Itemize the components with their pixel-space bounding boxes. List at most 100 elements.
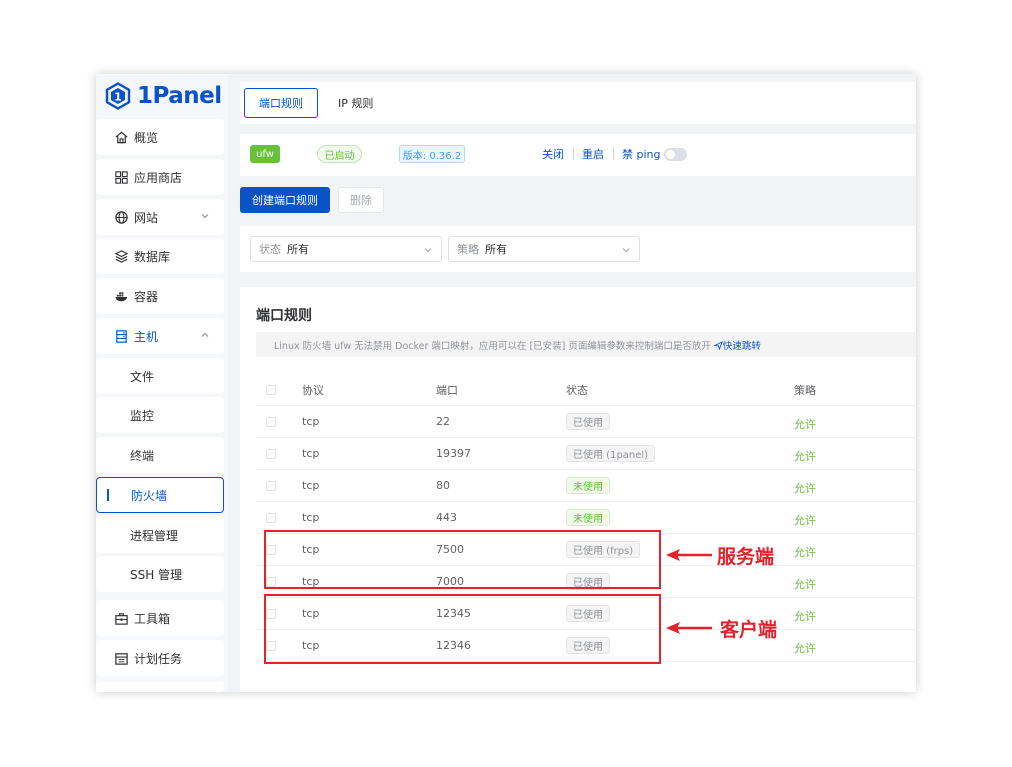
sidebar-item-label: 应用商店 bbox=[134, 170, 183, 185]
status-filter-select[interactable]: 状态 所有 bbox=[250, 236, 442, 262]
ufw-badge: ufw bbox=[250, 145, 280, 163]
arrow-left-icon bbox=[666, 622, 712, 634]
status-cell: 已使用 bbox=[566, 406, 610, 437]
protocol-cell: tcp bbox=[302, 479, 320, 492]
divider bbox=[573, 147, 574, 160]
status-badge: 未使用 bbox=[566, 509, 610, 526]
port-cell: 19397 bbox=[436, 447, 471, 460]
server-icon bbox=[113, 328, 129, 344]
1panel-logo-icon: 1 bbox=[105, 82, 131, 110]
logo[interactable]: 1 1Panel bbox=[104, 78, 222, 114]
port-cell: 22 bbox=[436, 415, 450, 428]
delete-button[interactable]: 删除 bbox=[338, 187, 384, 213]
sidebar-item-terminal[interactable]: 终端 bbox=[96, 437, 224, 473]
disable-ping-label: 禁 ping bbox=[622, 148, 661, 161]
policy-cell[interactable]: 允许 bbox=[794, 504, 816, 535]
row-checkbox[interactable] bbox=[266, 470, 276, 501]
sidebar-item-host[interactable]: 主机 bbox=[96, 318, 224, 354]
port-cell: 443 bbox=[436, 511, 457, 524]
docker-icon bbox=[113, 288, 129, 304]
policy-cell[interactable]: 允许 bbox=[794, 472, 816, 503]
client-rows-highlight bbox=[264, 594, 661, 664]
sidebar-item-container[interactable]: 容器 bbox=[96, 278, 224, 314]
table-row[interactable]: tcp 80 未使用 允许 bbox=[256, 470, 916, 502]
firewall-status-bar: ufw 已启动 版本: 0.36.2 关闭 重启 禁 ping bbox=[240, 134, 916, 176]
sidebar-item-label: SSH 管理 bbox=[130, 567, 183, 582]
sidebar-item-label: 防火墙 bbox=[131, 488, 168, 503]
status-badge: 未使用 bbox=[566, 477, 610, 494]
row-checkbox[interactable] bbox=[266, 502, 276, 533]
sidebar-item-files[interactable]: 文件 bbox=[96, 358, 224, 394]
sidebar-item-label: 网站 bbox=[134, 210, 159, 225]
chevron-down-icon bbox=[424, 248, 432, 253]
tab-port-rules[interactable]: 端口规则 bbox=[244, 88, 318, 118]
sidebar-item-app-store[interactable]: 应用商店 bbox=[96, 159, 224, 195]
sidebar-item-overview[interactable]: 概览 bbox=[96, 119, 224, 155]
chevron-down-icon bbox=[201, 214, 209, 219]
layers-icon bbox=[113, 248, 129, 264]
sidebar-item-label: 终端 bbox=[130, 448, 155, 463]
close-firewall-link[interactable]: 关闭 bbox=[542, 146, 564, 162]
divider bbox=[613, 147, 614, 160]
sidebar-item-monitor[interactable]: 监控 bbox=[96, 397, 224, 433]
policy-cell[interactable]: 允许 bbox=[794, 536, 816, 567]
column-header-policy[interactable]: 策略 bbox=[794, 374, 816, 405]
policy-cell[interactable]: 允许 bbox=[794, 440, 816, 471]
tab-ip-rules[interactable]: IP 规则 bbox=[338, 88, 373, 118]
section-title: 端口规则 bbox=[256, 308, 312, 324]
column-header-status[interactable]: 状态 bbox=[566, 374, 588, 405]
client-annotation-label: 客户端 bbox=[720, 619, 778, 641]
status-badge: 已使用 (1panel) bbox=[566, 445, 656, 462]
policy-filter-select[interactable]: 策略 所有 bbox=[448, 236, 640, 262]
row-checkbox[interactable] bbox=[266, 406, 276, 437]
policy-filter-value: 所有 bbox=[485, 243, 507, 256]
sidebar-item-label: 计划任务 bbox=[134, 651, 183, 666]
quick-jump-label: 快速跳转 bbox=[722, 340, 761, 352]
policy-cell[interactable]: 允许 bbox=[794, 600, 816, 631]
apps-grid-icon bbox=[113, 169, 129, 185]
status-cell: 已使用 (1panel) bbox=[566, 438, 656, 469]
logo-text: 1Panel bbox=[137, 83, 222, 109]
sidebar-item-toolbox[interactable]: 工具箱 bbox=[96, 600, 224, 636]
tabs-bar: 端口规则 IP 规则 bbox=[240, 82, 916, 124]
sidebar-item-label: 工具箱 bbox=[134, 611, 171, 626]
send-icon bbox=[713, 340, 723, 351]
toolbox-icon bbox=[113, 610, 129, 626]
status-cell: 未使用 bbox=[566, 470, 610, 501]
create-port-rule-button[interactable]: 创建端口规则 bbox=[240, 187, 330, 213]
policy-cell[interactable]: 允许 bbox=[794, 632, 816, 663]
restart-firewall-link[interactable]: 重启 bbox=[582, 146, 604, 162]
sidebar-item-cron[interactable]: 计划任务 bbox=[96, 640, 224, 676]
server-annotation-label: 服务端 bbox=[717, 546, 775, 568]
column-header-port[interactable]: 端口 bbox=[436, 374, 458, 405]
sidebar-item-ssh[interactable]: SSH 管理 bbox=[96, 556, 224, 592]
svg-text:1: 1 bbox=[114, 91, 122, 104]
policy-cell[interactable]: 允许 bbox=[794, 408, 816, 439]
sidebar-item-database[interactable]: 数据库 bbox=[96, 238, 224, 274]
sidebar-item-website[interactable]: 网站 bbox=[96, 199, 224, 235]
table-row[interactable]: tcp 19397 已使用 (1panel) 允许 bbox=[256, 438, 916, 470]
sidebar-item-firewall[interactable]: 防火墙 bbox=[96, 477, 224, 513]
disable-ping-toggle[interactable] bbox=[664, 148, 687, 161]
sidebar-item-label: 主机 bbox=[134, 329, 159, 344]
active-indicator bbox=[107, 489, 109, 501]
protocol-cell: tcp bbox=[302, 415, 320, 428]
status-badge: 已使用 bbox=[566, 413, 610, 430]
status-filter-value: 所有 bbox=[287, 243, 309, 256]
sidebar-item-process[interactable]: 进程管理 bbox=[96, 517, 224, 553]
policy-cell[interactable]: 允许 bbox=[794, 568, 816, 599]
protocol-cell: tcp bbox=[302, 511, 320, 524]
server-rows-highlight bbox=[264, 530, 661, 589]
table-row[interactable]: tcp 22 已使用 允许 bbox=[256, 406, 916, 438]
notice-banner: Linux 防火墙 ufw 无法禁用 Docker 端口映射，应用可以在 [已安… bbox=[256, 332, 916, 357]
quick-jump-link[interactable]: 快速跳转 bbox=[713, 338, 761, 352]
select-all-checkbox[interactable] bbox=[266, 374, 276, 405]
calendar-icon bbox=[113, 650, 129, 666]
notice-text: Linux 防火墙 ufw 无法禁用 Docker 端口映射，应用可以在 [已安… bbox=[274, 340, 711, 352]
column-header-protocol[interactable]: 协议 bbox=[302, 374, 324, 405]
row-checkbox[interactable] bbox=[266, 438, 276, 469]
protocol-cell: tcp bbox=[302, 447, 320, 460]
sidebar-item-label: 数据库 bbox=[134, 249, 171, 264]
sidebar-item-partial bbox=[96, 682, 224, 692]
sidebar-item-label: 进程管理 bbox=[130, 528, 179, 543]
